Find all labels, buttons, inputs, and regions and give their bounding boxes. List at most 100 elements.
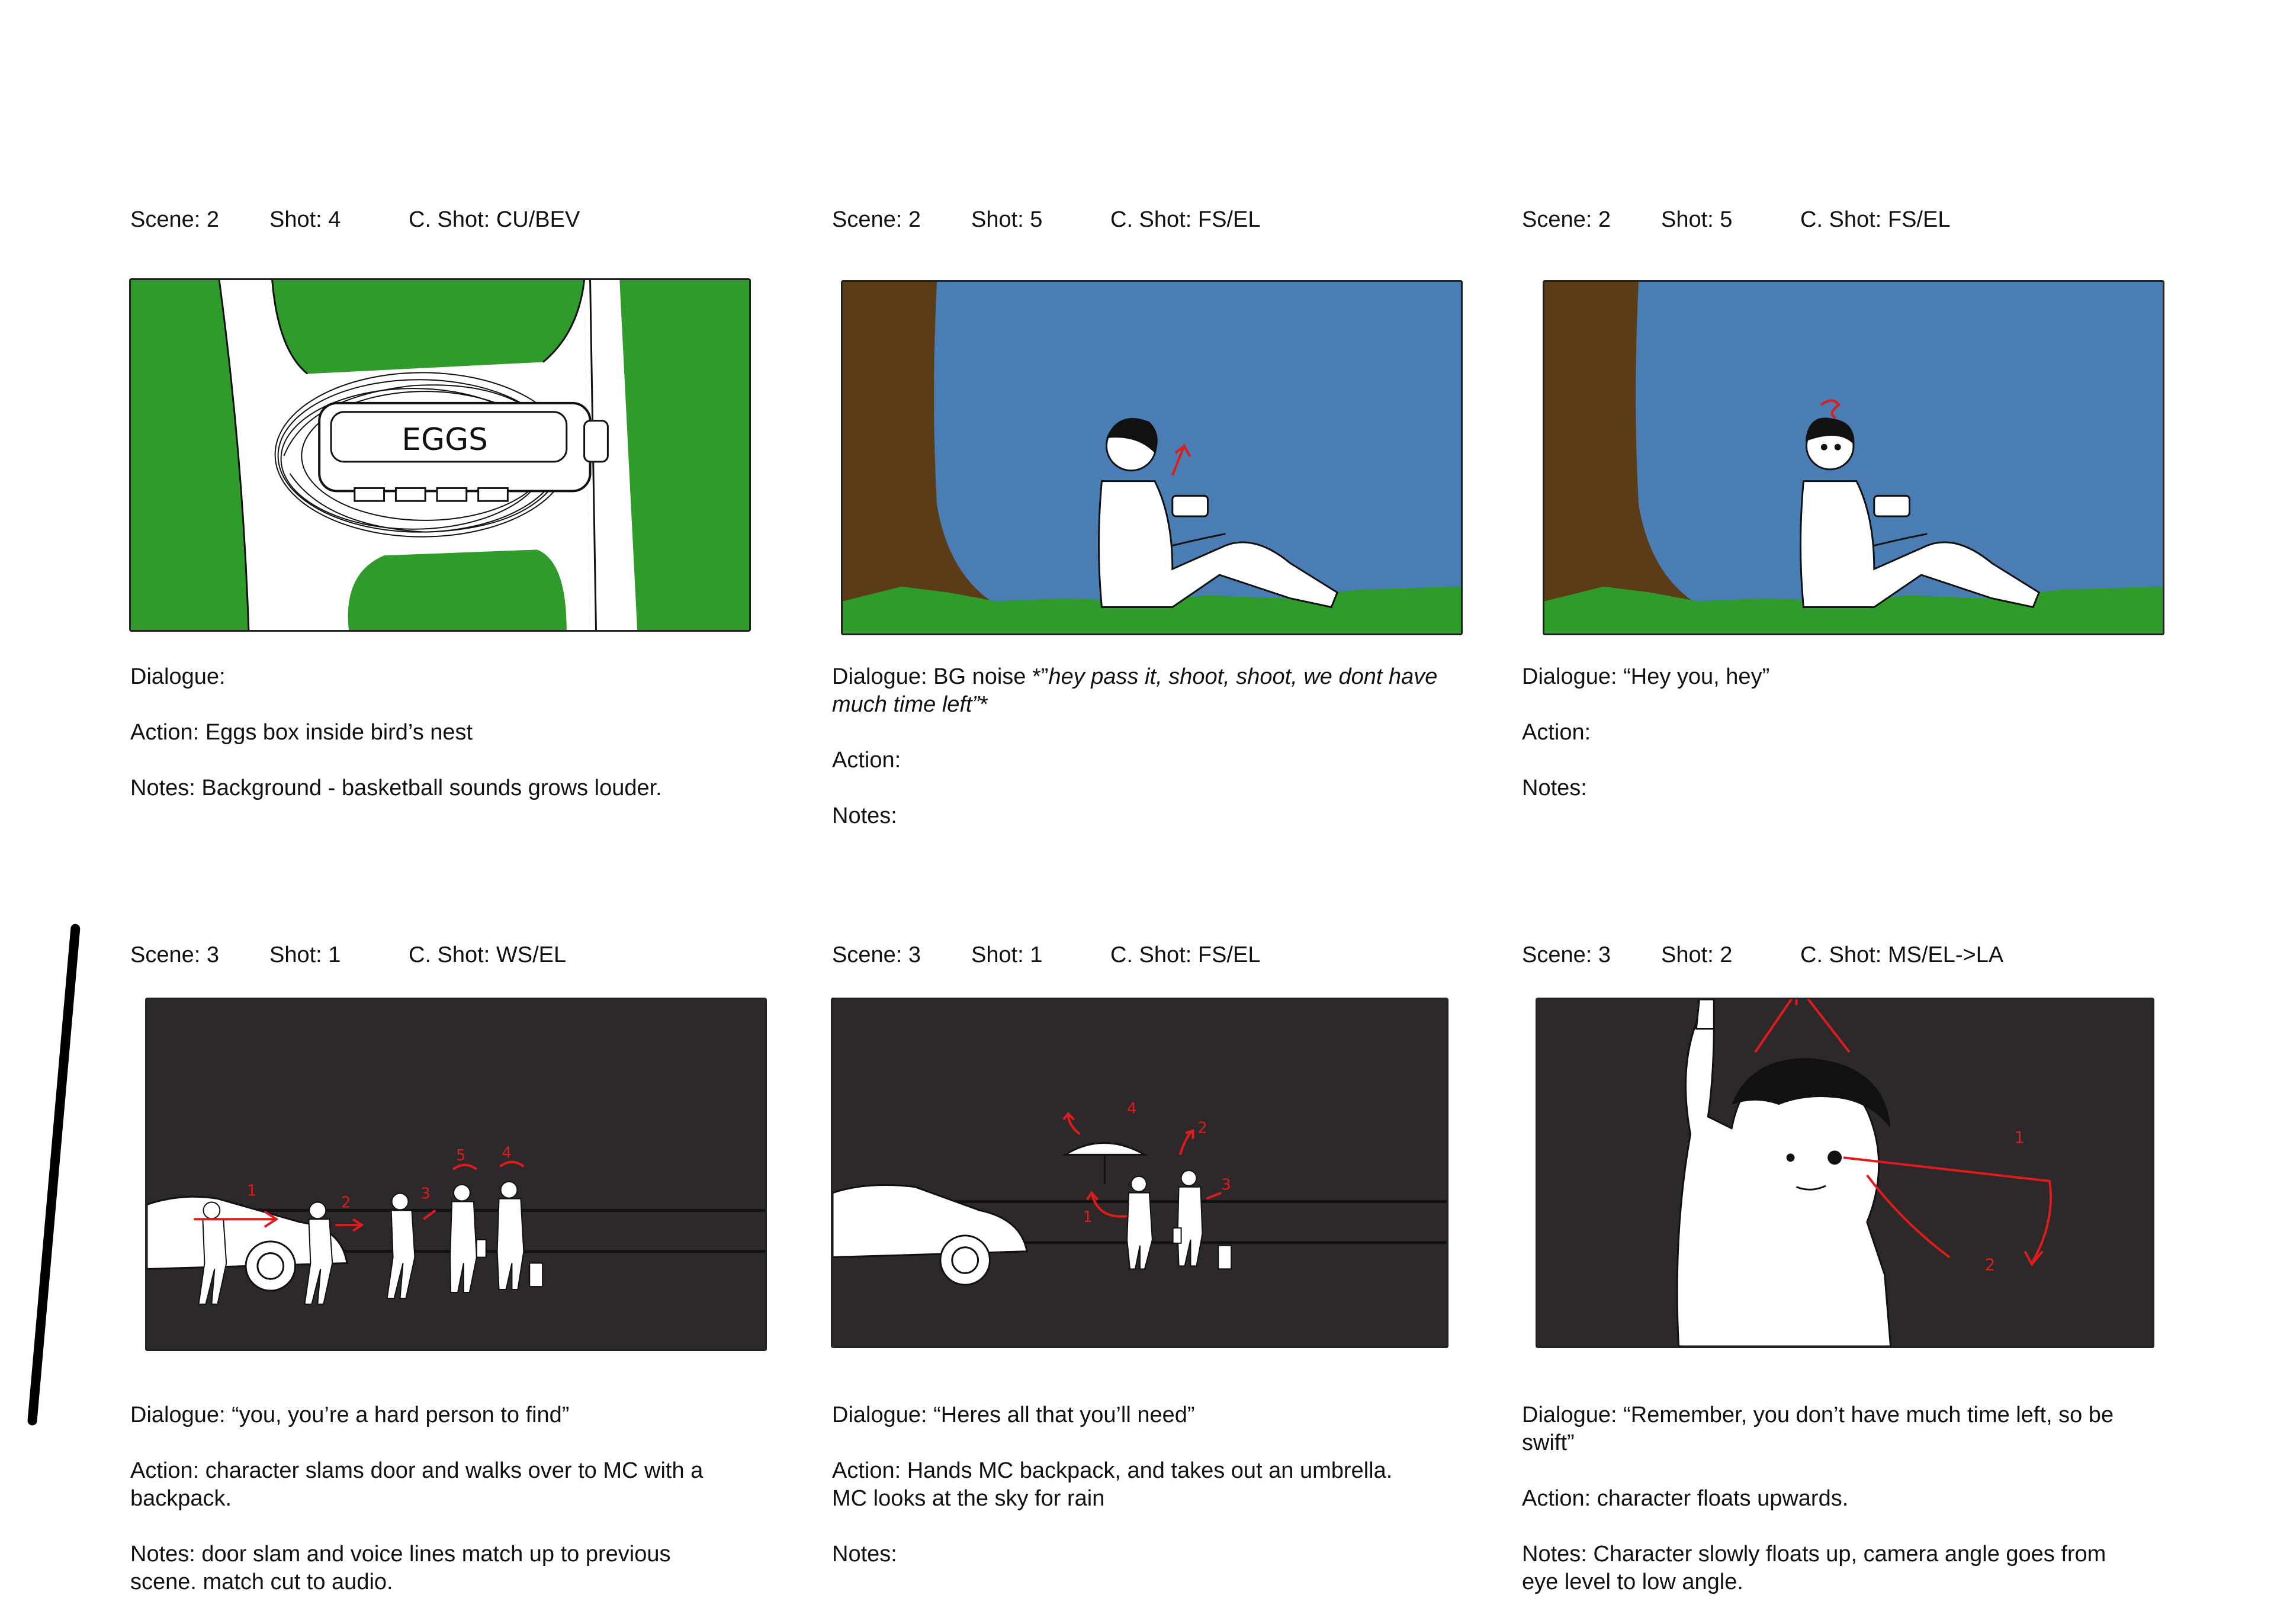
scene-label: Scene: <box>130 943 201 967</box>
nest-eggs-sketch: EGGS <box>131 280 749 630</box>
annotation-1: 1 <box>2014 1128 2025 1147</box>
camera-shot-value: FS/EL <box>1197 207 1261 232</box>
eggs-box-label: EGGS <box>402 422 488 458</box>
dialogue-label: Dialogue: <box>832 664 927 689</box>
scene-value: 3 <box>1598 943 1611 967</box>
shot-value: 1 <box>328 943 341 967</box>
umbrella-handover-sketch: 4 2 3 1 <box>833 999 1447 1346</box>
dialogue-label: Dialogue: <box>130 1403 226 1427</box>
dialogue-label: Dialogue: <box>1522 1403 1617 1427</box>
annotation-4: 4 <box>1127 1100 1136 1118</box>
notes-label: Notes: <box>832 1542 897 1567</box>
action-text: character slams door and walks over to M… <box>130 1458 704 1511</box>
dialogue-label: Dialogue: <box>130 664 226 689</box>
action-label: Action: <box>832 748 901 773</box>
camera-shot-value: MS/EL->LA <box>1887 943 2004 967</box>
panel-frame-4: 1 2 3 5 4 <box>145 998 767 1351</box>
annotation-3: 3 <box>420 1185 430 1203</box>
scene-value: 2 <box>206 207 220 232</box>
dialogue-prefix: BG noise *” <box>933 664 1049 689</box>
notes-label: Notes: <box>130 1542 195 1567</box>
dialogue-text: “you, you’re a hard person to find” <box>232 1403 570 1427</box>
action-text: character floats upwards. <box>1597 1486 1849 1511</box>
action-label: Action: <box>130 1458 200 1483</box>
scene-label: Scene: <box>1522 207 1592 232</box>
dialogue-suffix: * <box>979 692 988 717</box>
panel-notes-4: Dialogue: “you, you’re a hard person to … <box>130 1401 758 1624</box>
street-walk-sketch: 1 2 3 5 4 <box>147 999 765 1349</box>
scene-label: Scene: <box>832 207 902 232</box>
panel-header: Scene: 2 Shot: 5 C. Shot: FS/EL <box>832 207 1483 237</box>
panel-frame-3 <box>1543 280 2164 635</box>
camera-shot-label: C. Shot: <box>409 943 490 967</box>
scene-value: 2 <box>908 207 921 232</box>
camera-shot-label: C. Shot: <box>1110 943 1192 967</box>
action-label: Action: <box>1522 720 1591 745</box>
annotation-5: 5 <box>456 1147 465 1165</box>
camera-shot-label: C. Shot: <box>1800 943 1882 967</box>
panel-notes-1: Dialogue: Action: Eggs box inside bird’s… <box>130 663 758 830</box>
annotation-1: 1 <box>247 1182 256 1200</box>
camera-shot-value: CU/BEV <box>496 207 580 232</box>
shot-value: 5 <box>1720 207 1733 232</box>
stray-pen-stroke <box>27 924 81 1426</box>
notes-label: Notes: <box>1522 776 1587 800</box>
scene-value: 3 <box>206 943 220 967</box>
annotation-1: 1 <box>1083 1208 1093 1226</box>
tree-sitting-look-up-sketch <box>1544 282 2163 633</box>
action-text: Hands MC backpack, and takes out an umbr… <box>832 1458 1393 1511</box>
camera-shot-value: FS/EL <box>1197 943 1261 967</box>
dialogue-label: Dialogue: <box>832 1403 927 1427</box>
shot-label: Shot: <box>269 207 322 232</box>
panel-notes-2: Dialogue: BG noise *”hey pass it, shoot,… <box>832 663 1460 858</box>
panel-header: Scene: 3 Shot: 1 C. Shot: FS/EL <box>832 943 1483 972</box>
action-label: Action: <box>130 720 200 745</box>
panel-header: Scene: 2 Shot: 4 C. Shot: CU/BEV <box>130 207 782 237</box>
panel-header: Scene: 3 Shot: 1 C. Shot: WS/EL <box>130 943 782 972</box>
panel-frame-5: 4 2 3 1 <box>831 998 1448 1348</box>
action-text: Eggs box inside bird’s nest <box>205 720 473 745</box>
dialogue-label: Dialogue: <box>1522 664 1617 689</box>
panel-notes-6: Dialogue: “Remember, you don’t have much… <box>1522 1401 2150 1624</box>
dialogue-text: “Heres all that you’ll need” <box>933 1403 1195 1427</box>
float-upward-sketch: 1 2 <box>1537 999 2153 1346</box>
annotation-4: 4 <box>502 1144 512 1162</box>
camera-shot-value: FS/EL <box>1887 207 1951 232</box>
shot-label: Shot: <box>971 207 1024 232</box>
panel-notes-5: Dialogue: “Heres all that you’ll need” A… <box>832 1401 1460 1596</box>
scene-label: Scene: <box>832 943 902 967</box>
shot-label: Shot: <box>1661 943 1714 967</box>
shot-value: 5 <box>1030 207 1043 232</box>
camera-shot-label: C. Shot: <box>409 207 490 232</box>
shot-label: Shot: <box>1661 207 1714 232</box>
camera-shot-value: WS/EL <box>496 943 567 967</box>
annotation-2: 2 <box>1197 1120 1207 1137</box>
notes-label: Notes: <box>832 803 897 828</box>
scene-label: Scene: <box>1522 943 1592 967</box>
shot-label: Shot: <box>971 943 1024 967</box>
scene-value: 3 <box>908 943 921 967</box>
camera-shot-label: C. Shot: <box>1110 207 1192 232</box>
shot-value: 4 <box>328 207 341 232</box>
notes-text: door slam and voice lines match up to pr… <box>130 1542 671 1594</box>
shot-value: 2 <box>1720 943 1733 967</box>
camera-shot-label: C. Shot: <box>1800 207 1882 232</box>
dialogue-text: “Hey you, hey” <box>1623 664 1770 689</box>
tree-sitting-sketch <box>843 282 1461 633</box>
annotation-2: 2 <box>1985 1255 1996 1274</box>
annotation-3: 3 <box>1221 1176 1231 1194</box>
panel-notes-3: Dialogue: “Hey you, hey” Action: Notes: <box>1522 663 2150 830</box>
action-label: Action: <box>1522 1486 1591 1511</box>
panel-frame-6: 1 2 <box>1536 998 2154 1348</box>
panel-frame-2 <box>841 280 1463 635</box>
notes-text: Character slowly floats up, camera angle… <box>1522 1542 2106 1594</box>
notes-label: Notes: <box>130 776 195 800</box>
shot-label: Shot: <box>269 943 322 967</box>
action-label: Action: <box>832 1458 901 1483</box>
notes-text: Background - basketball sounds grows lou… <box>201 776 662 800</box>
scene-value: 2 <box>1598 207 1611 232</box>
notes-label: Notes: <box>1522 1542 1587 1567</box>
shot-value: 1 <box>1030 943 1043 967</box>
annotation-2: 2 <box>341 1194 351 1211</box>
panel-header: Scene: 2 Shot: 5 C. Shot: FS/EL <box>1522 207 2173 237</box>
